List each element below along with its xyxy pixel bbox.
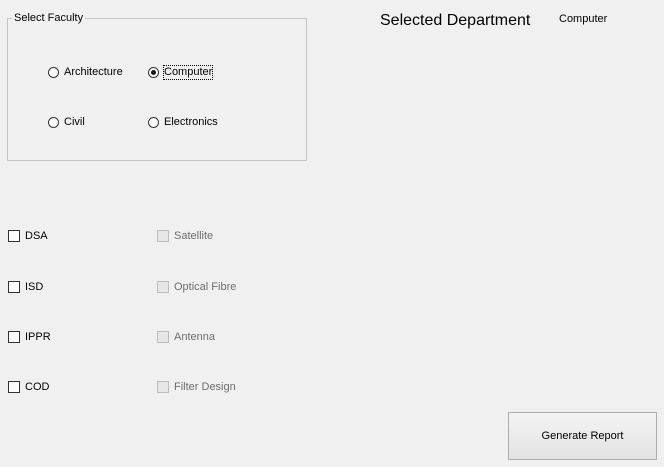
checkbox-dsa[interactable]: DSA (8, 229, 48, 243)
checkbox-ippr-box[interactable] (8, 331, 20, 343)
radio-architecture-label: Architecture (64, 65, 123, 78)
checkbox-antenna-label: Antenna (174, 330, 215, 343)
radio-electronics[interactable]: Electronics (148, 115, 218, 129)
checkbox-filter-design-label: Filter Design (174, 380, 236, 393)
checkbox-ippr-label: IPPR (25, 330, 51, 343)
checkbox-cod-box[interactable] (8, 381, 20, 393)
selected-department-heading: Selected Department (380, 12, 531, 29)
selected-department-value: Computer (559, 13, 608, 25)
checkbox-filter-design-box (157, 381, 169, 393)
checkbox-satellite-box (157, 230, 169, 242)
checkbox-cod-label: COD (25, 380, 50, 393)
generate-report-button[interactable]: Generate Report (508, 412, 657, 460)
radio-civil-indicator[interactable] (48, 116, 59, 128)
radio-computer-label: Computer (162, 64, 214, 80)
radio-architecture-indicator[interactable] (48, 66, 59, 78)
radio-computer[interactable]: Computer (148, 64, 214, 80)
checkbox-satellite-label: Satellite (174, 229, 214, 242)
checkbox-ippr[interactable]: IPPR (8, 330, 51, 344)
checkbox-cod[interactable]: COD (8, 380, 49, 394)
checkbox-isd[interactable]: ISD (8, 280, 43, 294)
faculty-groupbox-title: Select Faculty (12, 12, 86, 25)
checkbox-antenna-box (157, 331, 169, 343)
radio-electronics-indicator[interactable] (148, 116, 159, 128)
main-window: Select Faculty Architecture Computer Civ… (0, 0, 664, 467)
radio-architecture[interactable]: Architecture (48, 65, 123, 79)
radio-civil-label: Civil (64, 115, 85, 128)
faculty-groupbox (7, 18, 307, 161)
radio-civil[interactable]: Civil (48, 115, 85, 129)
checkbox-isd-label: ISD (25, 280, 44, 293)
checkbox-antenna: Antenna (157, 330, 215, 344)
checkbox-dsa-box[interactable] (8, 230, 20, 242)
radio-computer-indicator[interactable] (148, 66, 159, 78)
radio-electronics-label: Electronics (164, 115, 218, 128)
checkbox-dsa-label: DSA (25, 229, 48, 242)
checkbox-optical-fibre-label: Optical Fibre (174, 280, 237, 293)
checkbox-satellite: Satellite (157, 229, 213, 243)
checkbox-filter-design: Filter Design (157, 380, 236, 394)
checkbox-isd-box[interactable] (8, 281, 20, 293)
checkbox-optical-fibre-box (157, 281, 169, 293)
checkbox-optical-fibre: Optical Fibre (157, 280, 236, 294)
